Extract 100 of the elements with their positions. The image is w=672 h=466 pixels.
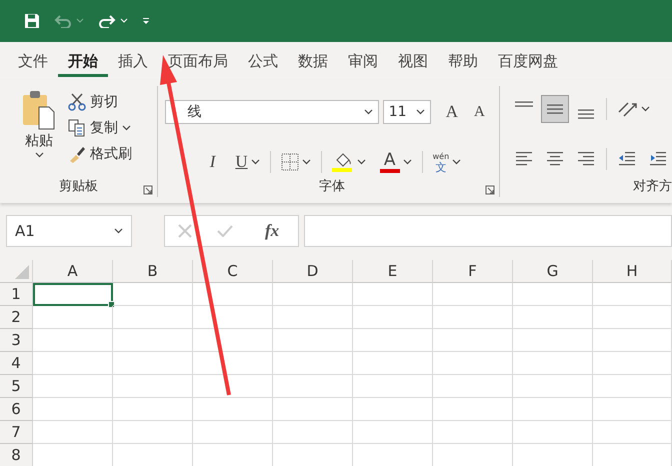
cell[interactable] [513,375,593,398]
copy-button[interactable]: 复制 [66,118,134,138]
cell[interactable] [33,375,113,398]
cell[interactable] [353,306,433,329]
cell[interactable] [353,375,433,398]
name-box[interactable]: A1 [6,215,132,247]
row-header[interactable]: 7 [0,421,33,444]
cell[interactable] [33,421,113,444]
ribbon-tab[interactable]: 文件 [8,46,58,76]
ribbon-tab[interactable]: 百度网盘 [488,46,568,76]
format-painter-button[interactable]: 格式刷 [66,144,134,164]
row-header[interactable]: 5 [0,375,33,398]
cell[interactable] [113,329,193,352]
column-header[interactable]: A [33,260,113,283]
cell[interactable] [513,306,593,329]
cell[interactable] [513,421,593,444]
ribbon-tab[interactable]: 帮助 [438,46,488,76]
ribbon-tab[interactable]: 数据 [288,46,338,76]
row-header[interactable]: 4 [0,352,33,375]
row-header[interactable]: 8 [0,444,33,466]
formula-input[interactable] [304,215,672,247]
column-header[interactable]: B [113,260,193,283]
cell[interactable] [193,421,273,444]
column-header[interactable]: D [273,260,353,283]
grow-font-button[interactable]: A [442,99,461,125]
cell[interactable] [593,398,672,421]
cell[interactable] [433,352,513,375]
dialog-launcher-icon[interactable] [485,185,495,195]
cell[interactable] [273,329,353,352]
cut-button[interactable]: 剪切 [66,92,134,112]
cell[interactable] [113,421,193,444]
cell[interactable] [193,329,273,352]
cell[interactable] [593,375,672,398]
row-header[interactable]: 1 [0,283,33,306]
cell[interactable] [113,398,193,421]
phonetic-button[interactable]: wén 文 [430,149,464,175]
cell[interactable] [273,306,353,329]
selected-cell[interactable] [33,283,113,306]
cell[interactable] [513,398,593,421]
cell[interactable] [353,398,433,421]
cell[interactable] [193,398,273,421]
column-header[interactable]: H [593,260,672,283]
ribbon-tab[interactable]: 插入 [108,46,158,76]
underline-button[interactable]: U [232,149,263,175]
cell[interactable] [353,421,433,444]
cell[interactable] [593,306,672,329]
customize-icon[interactable] [142,17,150,25]
cancel-icon[interactable] [178,224,192,238]
cell[interactable] [33,329,113,352]
cell[interactable] [33,306,113,329]
align-button[interactable] [541,95,569,123]
ribbon-tab[interactable]: 审阅 [338,46,388,76]
cell[interactable] [193,306,273,329]
ribbon-tab[interactable]: 视图 [388,46,438,76]
cell[interactable] [593,283,672,306]
shrink-font-button[interactable]: A [470,99,488,125]
cell[interactable] [433,306,513,329]
column-header[interactable]: F [433,260,513,283]
cell[interactable] [113,375,193,398]
ribbon-tab[interactable]: 公式 [238,46,288,76]
ribbon-tab[interactable]: 开始 [58,46,108,76]
cell[interactable] [433,375,513,398]
cell[interactable] [433,421,513,444]
cell[interactable] [433,329,513,352]
row-header[interactable]: 6 [0,398,33,421]
column-header[interactable]: G [513,260,593,283]
cell[interactable] [273,352,353,375]
row-header[interactable]: 3 [0,329,33,352]
insert-function-button[interactable]: fx [259,220,286,242]
cell[interactable] [273,283,353,306]
cell[interactable] [273,398,353,421]
cell[interactable] [193,352,273,375]
cell[interactable] [433,398,513,421]
italic-button[interactable]: I [206,149,218,175]
cell[interactable] [33,352,113,375]
font-size-field[interactable]: 11 [382,100,431,124]
cell[interactable] [513,329,593,352]
ribbon-tab[interactable]: 页面布局 [158,46,238,76]
row-header[interactable]: 2 [0,306,33,329]
cell[interactable] [33,398,113,421]
cell[interactable] [193,375,273,398]
column-header[interactable]: C [193,260,273,283]
cell[interactable] [113,306,193,329]
save-icon[interactable] [24,13,40,29]
caret-icon[interactable] [120,18,128,24]
font-name-field[interactable]: 线 [164,100,379,124]
check-icon[interactable] [217,225,234,237]
cell[interactable] [273,375,353,398]
cell[interactable] [593,421,672,444]
select-all-icon[interactable] [15,265,29,279]
cell[interactable] [353,352,433,375]
cell[interactable] [353,329,433,352]
redo-icon[interactable] [98,14,116,28]
cell[interactable] [593,329,672,352]
dialog-launcher-icon[interactable] [142,185,153,195]
cell[interactable] [433,283,513,306]
cell[interactable] [193,283,273,306]
column-header[interactable]: E [353,260,433,283]
cell[interactable] [113,352,193,375]
cell[interactable] [353,283,433,306]
